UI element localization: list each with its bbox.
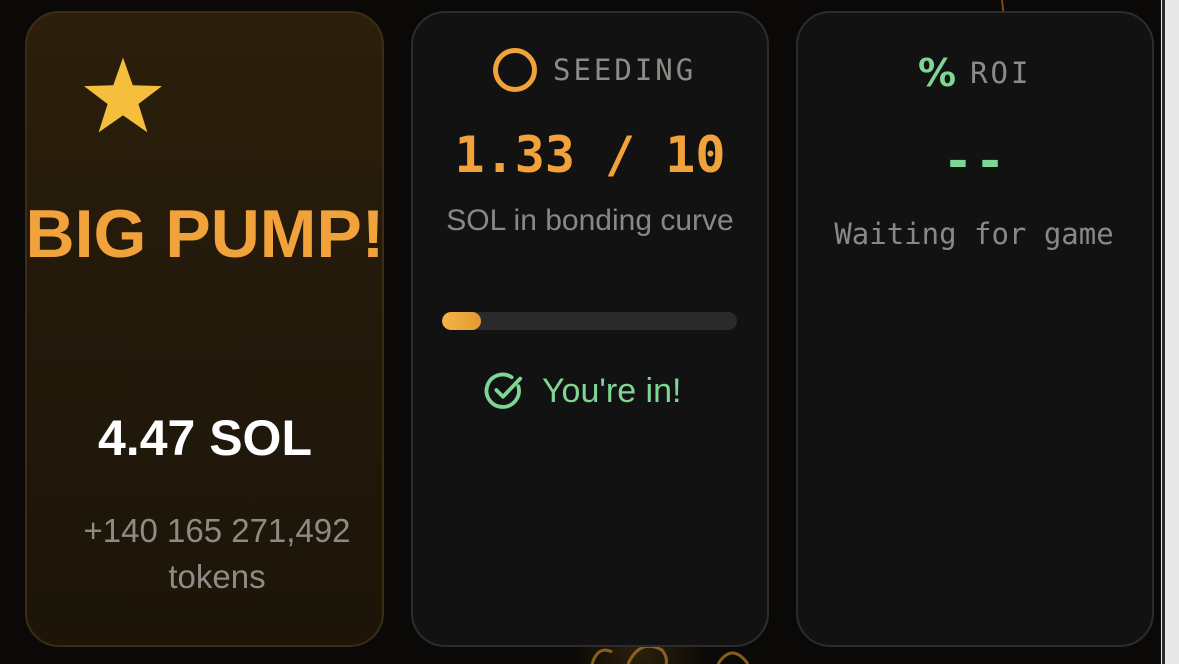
- sol-amount: 4.47 SOL: [98, 410, 312, 466]
- roi-caption: Waiting for game: [834, 217, 1114, 251]
- percent-icon: %: [918, 51, 957, 95]
- circle-icon: [493, 48, 537, 92]
- roi-header: % ROI: [918, 50, 1031, 96]
- tokens-amount: +140 165 271,492 tokens: [83, 512, 351, 595]
- seeding-value: 1.33 / 10: [454, 126, 726, 184]
- status-row: You're in!: [483, 368, 681, 414]
- scrollbar-strip[interactable]: [1161, 0, 1179, 664]
- status-text: You're in!: [542, 371, 682, 410]
- game-stats-panel: BIG PUMP! 4.47 SOL +140 165 271,492 toke…: [0, 0, 1179, 664]
- scrollbar-divider: [1162, 0, 1165, 664]
- roi-value: --: [942, 132, 1008, 190]
- bonding-curve-progress-bar: [442, 312, 737, 330]
- result-headline: BIG PUMP!: [25, 196, 385, 272]
- seeding-header: SEEDING: [493, 45, 696, 95]
- roi-card: [796, 11, 1154, 647]
- progress-bar-fill: [442, 312, 482, 330]
- seeding-caption: SOL in bonding curve: [446, 204, 734, 237]
- star-icon: [84, 57, 162, 133]
- check-circle-icon: [484, 372, 523, 409]
- seeding-label: SEEDING: [553, 53, 697, 87]
- roi-label: ROI: [970, 56, 1032, 90]
